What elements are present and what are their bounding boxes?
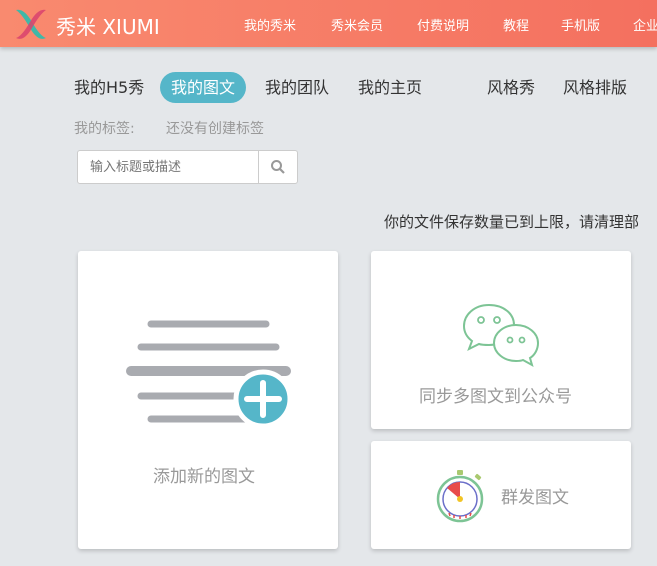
xiumi-logo-icon[interactable]	[12, 6, 50, 42]
search-icon	[271, 160, 285, 174]
nav-tutorial[interactable]: 教程	[503, 15, 529, 34]
search-box	[77, 150, 298, 184]
tags-empty: 还没有创建标签	[166, 121, 264, 137]
nav-mobile[interactable]: 手机版	[561, 15, 600, 34]
add-article-label: 添加新的图文	[153, 467, 255, 487]
nav-pricing[interactable]: 付费说明	[417, 15, 469, 34]
sync-wechat-label: 同步多图文到公众号	[419, 387, 572, 407]
top-header: 秀米 XIUMI 我的秀米 秀米会员 付费说明 教程 手机版 企业	[0, 0, 657, 47]
storage-limit-notice: 你的文件保存数量已到上限，请清理部	[384, 213, 640, 231]
wechat-icon	[462, 303, 540, 368]
add-document-icon	[126, 320, 293, 427]
mass-send-label: 群发图文	[501, 488, 569, 508]
nav-membership[interactable]: 秀米会员	[331, 15, 383, 34]
brand-name[interactable]: 秀米 XIUMI	[56, 11, 160, 40]
search-button[interactable]	[258, 151, 297, 183]
tab-style-layout[interactable]: 风格排版	[563, 72, 627, 103]
tab-style-show[interactable]: 风格秀	[487, 72, 535, 103]
tab-homepage[interactable]: 我的主页	[358, 72, 422, 103]
search-input[interactable]	[78, 151, 258, 183]
nav-enterprise[interactable]: 企业	[633, 15, 657, 34]
mass-send-card[interactable]: 群发图文	[371, 441, 631, 549]
sync-wechat-card[interactable]: 同步多图文到公众号	[371, 251, 631, 429]
nav-my-xiumi[interactable]: 我的秀米	[244, 15, 296, 34]
tab-articles[interactable]: 我的图文	[160, 72, 247, 103]
add-article-card[interactable]: 添加新的图文	[78, 251, 338, 549]
stopwatch-icon	[436, 470, 484, 523]
tags-label: 我的标签:	[74, 121, 135, 137]
tab-team[interactable]: 我的团队	[265, 72, 329, 103]
tab-h5[interactable]: 我的H5秀	[74, 72, 144, 103]
